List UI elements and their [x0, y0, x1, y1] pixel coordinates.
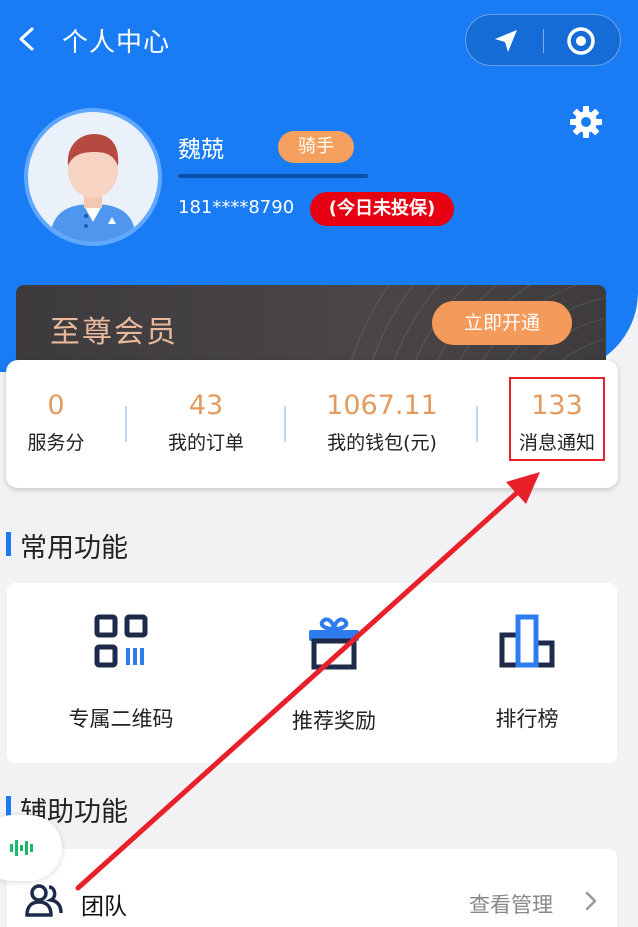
avatar-illustration [50, 134, 136, 242]
func-referral-reward[interactable]: 推荐奖励 [244, 613, 424, 735]
vip-title: 至尊会员 [50, 315, 178, 350]
stat-divider [284, 406, 286, 442]
leaderboard-icon [499, 614, 555, 668]
capsule-divider [543, 29, 544, 53]
team-label: 团队 [81, 894, 127, 920]
stat-value: 1067.11 [326, 390, 438, 421]
insurance-status-badge[interactable]: (今日未投保) [310, 192, 454, 226]
func-label: 推荐奖励 [292, 709, 376, 733]
func-label: 排行榜 [495, 707, 559, 731]
target-icon[interactable] [566, 26, 596, 56]
common-functions-card: 专属二维码 推荐奖励 排行榜 [7, 583, 617, 763]
vip-activate-button[interactable]: 立即开通 [432, 301, 572, 345]
stats-card: 0 服务分 43 我的订单 1067.11 我的钱包(元) 133 消息通知 [6, 360, 618, 488]
func-qr-code[interactable]: 专属二维码 [31, 613, 211, 733]
chevron-left-icon[interactable] [14, 26, 40, 52]
stat-label: 我的订单 [167, 432, 244, 454]
navigation-arrow-icon[interactable] [492, 27, 520, 55]
team-icon [25, 884, 63, 917]
name-underline [178, 174, 368, 178]
avatar[interactable] [24, 108, 162, 246]
stat-divider [125, 406, 127, 442]
stat-my-orders[interactable]: 43 我的订单 [156, 390, 256, 455]
stat-value: 43 [188, 390, 224, 421]
stat-label: 服务分 [27, 432, 85, 454]
section-title-common: 常用功能 [6, 526, 128, 565]
gift-icon [309, 617, 359, 670]
qr-code-icon [94, 614, 148, 668]
page-title: 个人中心 [62, 28, 171, 58]
func-leaderboard[interactable]: 排行榜 [437, 613, 617, 733]
team-manage-link[interactable]: 查看管理 [469, 889, 553, 919]
func-label: 专属二维码 [68, 707, 174, 731]
mini-program-capsule [465, 14, 621, 66]
voice-wave-icon [10, 840, 33, 856]
chevron-right-icon [585, 891, 597, 911]
user-name: 魏兢 [178, 137, 224, 163]
stat-label: 我的钱包(元) [327, 432, 437, 454]
list-item-team[interactable]: 团队 查看管理 [7, 849, 617, 927]
stat-my-wallet[interactable]: 1067.11 我的钱包(元) [316, 390, 448, 455]
gear-icon[interactable] [568, 104, 604, 140]
phone-number: 181****8790 [178, 197, 295, 218]
stat-value: 0 [47, 390, 65, 421]
stat-divider [476, 406, 478, 442]
role-badge: 骑手 [278, 131, 354, 163]
annotation-highlight-box [509, 377, 605, 461]
stat-service-score[interactable]: 0 服务分 [20, 390, 92, 455]
